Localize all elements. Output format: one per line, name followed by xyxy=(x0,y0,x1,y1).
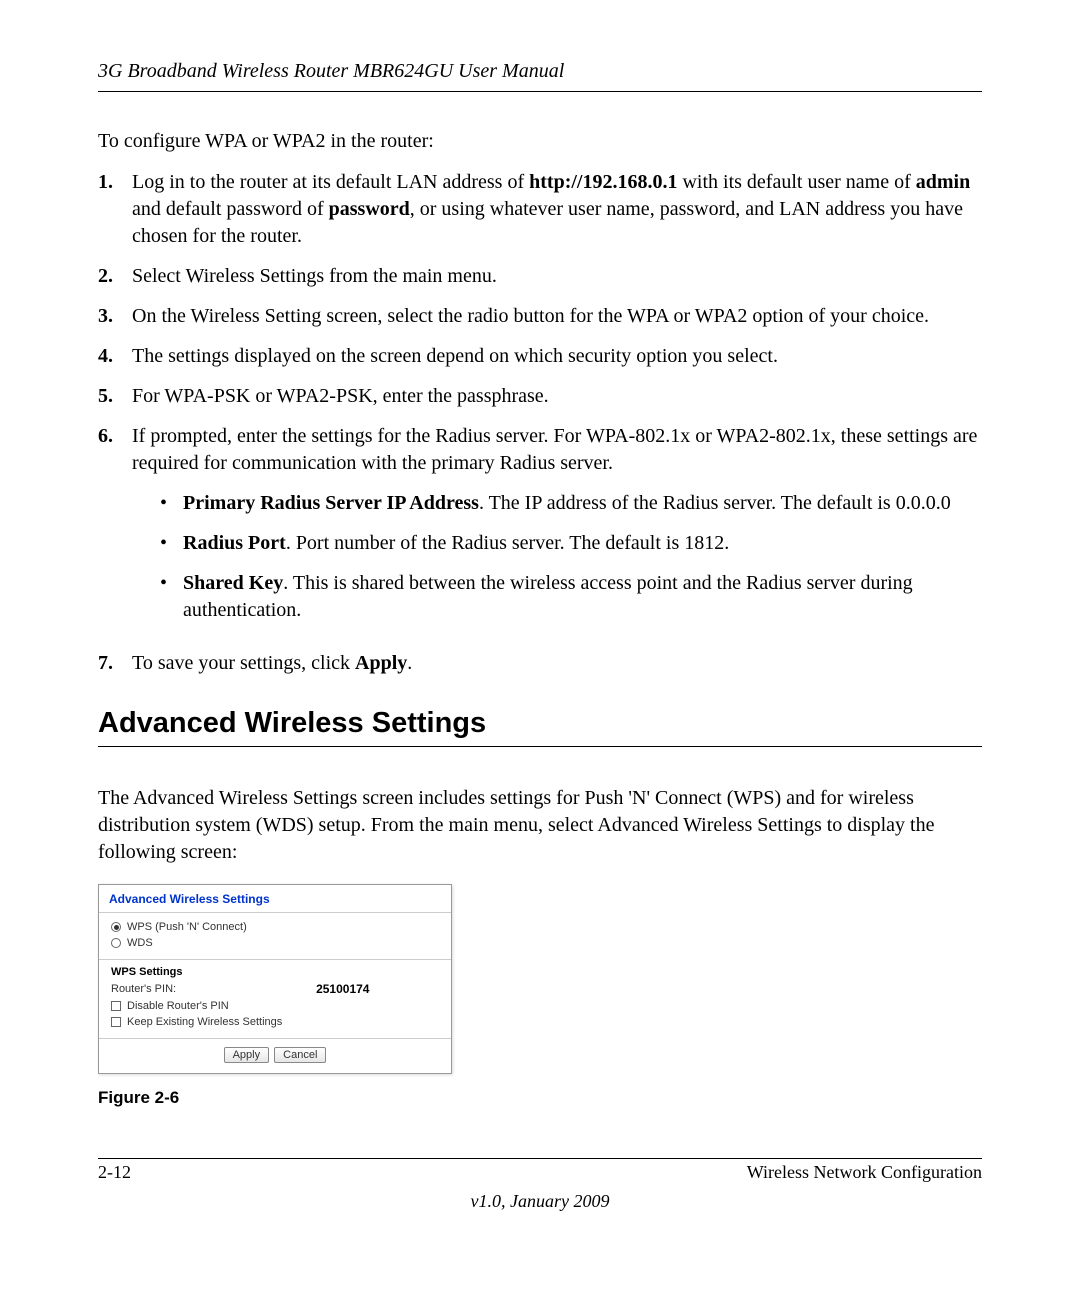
radio-icon xyxy=(111,922,121,932)
bullet-icon: • xyxy=(132,570,183,597)
radio-row-wds[interactable]: WDS xyxy=(111,935,441,951)
bullet-3-rest: . This is shared between the wireless ac… xyxy=(183,572,913,621)
step-text: The settings displayed on the screen dep… xyxy=(132,343,982,370)
step-number: 4. xyxy=(98,343,132,370)
apply-button[interactable]: Apply xyxy=(224,1047,270,1063)
page-header: 3G Broadband Wireless Router MBR624GU Us… xyxy=(98,60,982,92)
intro-text: To configure WPA or WPA2 in the router: xyxy=(98,130,982,153)
step-text: For WPA-PSK or WPA2-PSK, enter the passp… xyxy=(132,383,982,410)
footer-version: v1.0, January 2009 xyxy=(98,1191,982,1212)
bullet-3: • Shared Key. This is shared between the… xyxy=(132,570,982,624)
step-text: Select Wireless Settings from the main m… xyxy=(132,263,982,290)
pin-label: Router's PIN: xyxy=(111,983,176,995)
figure-mode-section: WPS (Push 'N' Connect) WDS xyxy=(99,913,451,957)
step-text: To save your settings, click Apply. xyxy=(132,650,982,677)
section-heading: Advanced Wireless Settings xyxy=(98,707,982,747)
page-number: 2-12 xyxy=(98,1162,131,1183)
step-2: 2. Select Wireless Settings from the mai… xyxy=(98,263,982,290)
radio-label-wps: WPS (Push 'N' Connect) xyxy=(127,921,247,933)
figure-screenshot: Advanced Wireless Settings WPS (Push 'N'… xyxy=(98,884,452,1074)
header-title: 3G Broadband Wireless Router MBR624GU Us… xyxy=(98,60,564,82)
section-intro: The Advanced Wireless Settings screen in… xyxy=(98,785,982,866)
step-1-mid1: with its default user name of xyxy=(677,171,915,193)
figure-wps-section: Router's PIN: 25100174 Disable Router's … xyxy=(99,980,451,1036)
step-number: 6. xyxy=(98,423,132,450)
radio-label-wds: WDS xyxy=(127,937,153,949)
step-1-mid2: and default password of xyxy=(132,198,329,220)
step-text: Log in to the router at its default LAN … xyxy=(132,169,982,250)
step-number: 7. xyxy=(98,650,132,677)
bullet-icon: • xyxy=(132,530,183,557)
bullet-2: • Radius Port. Port number of the Radius… xyxy=(132,530,982,557)
pin-row: Router's PIN: 25100174 xyxy=(111,980,441,998)
radio-icon xyxy=(111,938,121,948)
figure-title: Advanced Wireless Settings xyxy=(99,885,451,910)
pin-value: 25100174 xyxy=(316,982,369,996)
bullet-text: Shared Key. This is shared between the w… xyxy=(183,570,982,624)
bullet-1-label: Primary Radius Server IP Address xyxy=(183,492,479,514)
bullet-1-rest: . The IP address of the Radius server. T… xyxy=(479,492,951,514)
step-7-pre: To save your settings, click xyxy=(132,652,355,674)
step-6-text: If prompted, enter the settings for the … xyxy=(132,425,977,474)
step-number: 2. xyxy=(98,263,132,290)
step-3: 3. On the Wireless Setting screen, selec… xyxy=(98,303,982,330)
checkbox-icon xyxy=(111,1017,121,1027)
cancel-button[interactable]: Cancel xyxy=(274,1047,326,1063)
step-4: 4. The settings displayed on the screen … xyxy=(98,343,982,370)
step-number: 3. xyxy=(98,303,132,330)
bullet-text: Primary Radius Server IP Address. The IP… xyxy=(183,490,982,517)
default-url: http://192.168.0.1 xyxy=(529,171,677,193)
step-number: 5. xyxy=(98,383,132,410)
default-username: admin xyxy=(916,171,970,193)
checkbox-row-disable-pin[interactable]: Disable Router's PIN xyxy=(111,998,441,1014)
chapter-name: Wireless Network Configuration xyxy=(747,1162,982,1183)
apply-label: Apply xyxy=(355,652,407,674)
step-7: 7. To save your settings, click Apply. xyxy=(98,650,982,677)
footer-row: 2-12 Wireless Network Configuration xyxy=(98,1159,982,1183)
figure-caption: Figure 2-6 xyxy=(98,1088,982,1108)
bullet-icon: • xyxy=(132,490,183,517)
figure-buttons: Apply Cancel xyxy=(99,1039,451,1073)
bullet-1: • Primary Radius Server IP Address. The … xyxy=(132,490,982,517)
step-7-post: . xyxy=(407,652,412,674)
checkbox-icon xyxy=(111,1001,121,1011)
bullet-2-rest: . Port number of the Radius server. The … xyxy=(286,532,729,554)
checkbox-row-keep-settings[interactable]: Keep Existing Wireless Settings xyxy=(111,1014,441,1030)
step-text: On the Wireless Setting screen, select t… xyxy=(132,303,982,330)
step-5: 5. For WPA-PSK or WPA2-PSK, enter the pa… xyxy=(98,383,982,410)
checkbox-label-keep-settings: Keep Existing Wireless Settings xyxy=(127,1016,282,1028)
steps-list: 1. Log in to the router at its default L… xyxy=(98,169,982,677)
bullet-text: Radius Port. Port number of the Radius s… xyxy=(183,530,982,557)
bullet-3-label: Shared Key xyxy=(183,572,283,594)
figure-wps-heading: WPS Settings xyxy=(99,960,451,980)
step-6: 6. If prompted, enter the settings for t… xyxy=(98,423,982,637)
step-1: 1. Log in to the router at its default L… xyxy=(98,169,982,250)
bullet-list: • Primary Radius Server IP Address. The … xyxy=(132,490,982,624)
default-password: password xyxy=(329,198,410,220)
step-number: 1. xyxy=(98,169,132,196)
bullet-2-label: Radius Port xyxy=(183,532,286,554)
step-text: If prompted, enter the settings for the … xyxy=(132,423,982,637)
radio-row-wps[interactable]: WPS (Push 'N' Connect) xyxy=(111,919,441,935)
checkbox-label-disable-pin: Disable Router's PIN xyxy=(127,1000,229,1012)
step-1-pre: Log in to the router at its default LAN … xyxy=(132,171,529,193)
